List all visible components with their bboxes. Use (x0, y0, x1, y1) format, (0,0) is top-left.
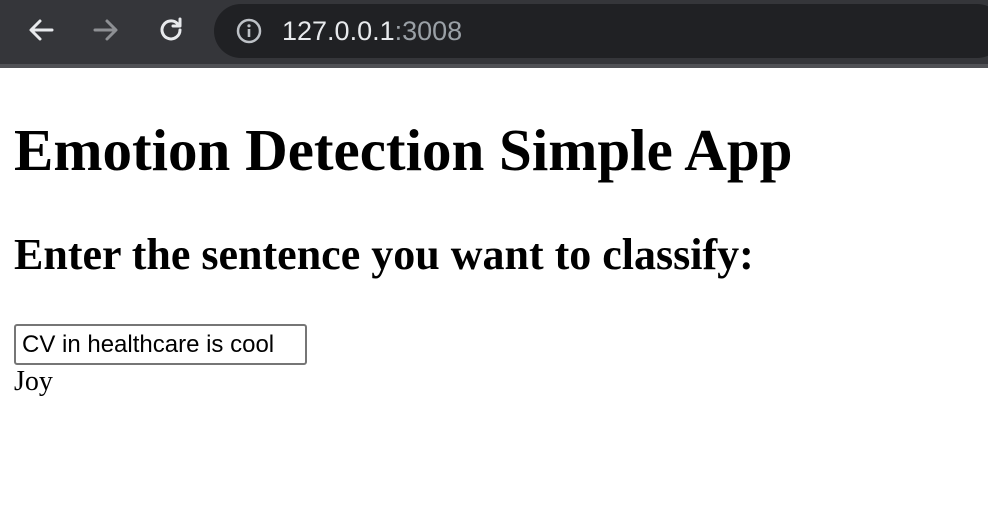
info-icon[interactable] (236, 18, 262, 44)
classification-result: Joy (14, 366, 53, 397)
url-port: :3008 (394, 16, 463, 46)
address-bar[interactable]: 127.0.0.1:3008 (214, 4, 988, 58)
reload-icon (160, 17, 182, 41)
url-text[interactable]: 127.0.0.1:3008 (282, 15, 462, 47)
instruction-heading: Enter the sentence you want to classify: (14, 230, 754, 279)
sentence-input[interactable] (14, 324, 307, 365)
url-host: 127.0.0.1 (282, 16, 395, 46)
browser-toolbar: 127.0.0.1:3008 (0, 0, 988, 68)
forward-button[interactable] (90, 14, 122, 46)
reload-button[interactable] (155, 14, 187, 46)
arrow-right-icon (93, 19, 118, 41)
page-title: Emotion Detection Simple App (14, 117, 793, 183)
arrow-left-icon (29, 19, 54, 41)
back-button[interactable] (25, 14, 57, 46)
